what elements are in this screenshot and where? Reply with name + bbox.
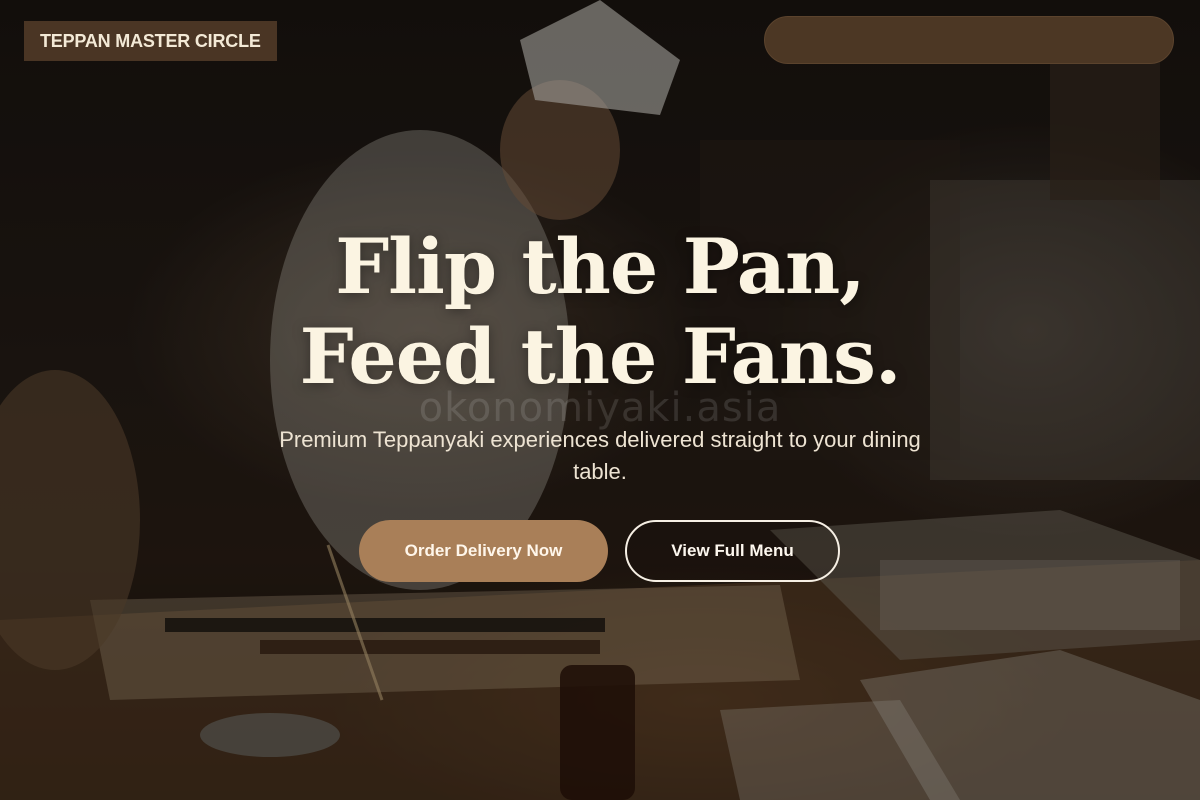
brand-logo[interactable]: TEPPAN MASTER CIRCLE (24, 21, 277, 61)
nav-bar[interactable] (764, 16, 1174, 64)
view-menu-button[interactable]: View Full Menu (625, 520, 840, 582)
order-delivery-button[interactable]: Order Delivery Now (359, 520, 608, 582)
hero-subtitle: Premium Teppanyaki experiences delivered… (279, 427, 921, 484)
headline-line-2: Feed the Fans. (299, 312, 902, 401)
headline-line-1: Flip the Pan, (335, 222, 866, 311)
hero-section: okonomiyaki.asia TEPPAN MASTER CIRCLE Fl… (0, 0, 1200, 800)
hero-headline: Flip the Pan, Feed the Fans. (0, 222, 1200, 402)
